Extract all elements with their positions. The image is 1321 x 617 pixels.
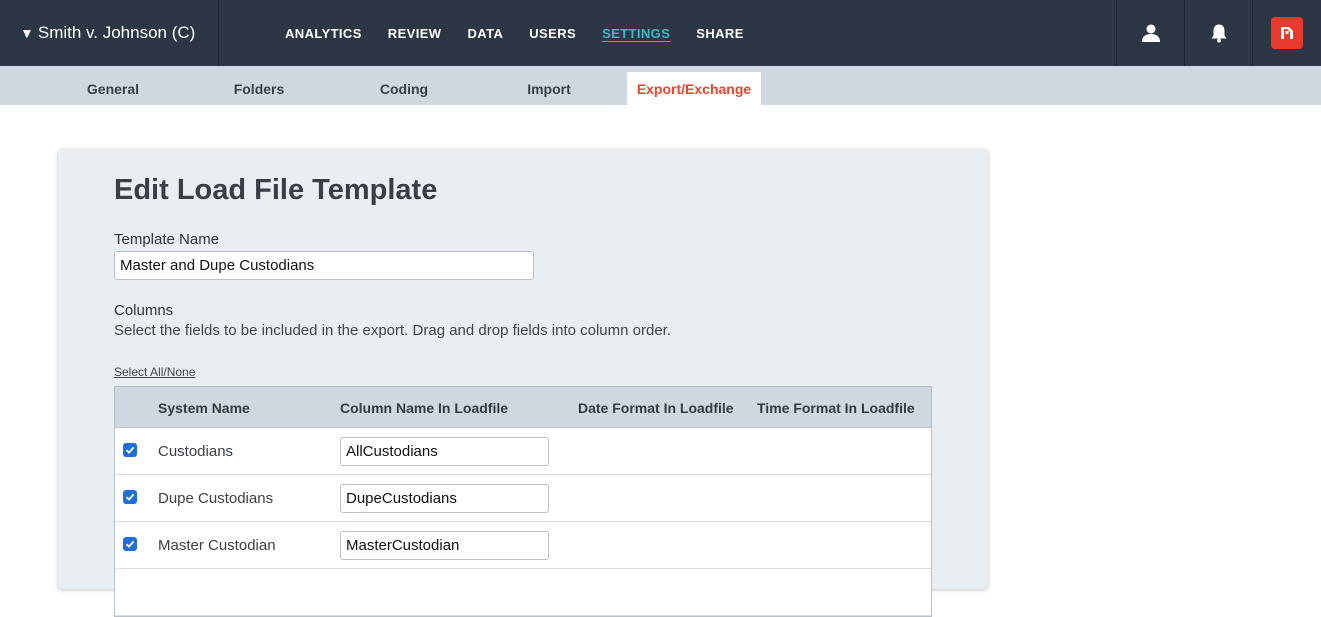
table-row[interactable] [115,569,931,616]
table-header: System Name Column Name In Loadfile Date… [115,387,931,428]
nav-settings[interactable]: SETTINGS [602,26,670,41]
page-title: Edit Load File Template [114,174,438,206]
table-row[interactable]: Dupe Custodians [115,475,931,522]
header-time-format: Time Format In Loadfile [757,399,915,416]
checkmark-icon [125,540,135,548]
template-name-input[interactable] [114,251,534,280]
select-all-none-link[interactable]: Select All/None [114,365,195,379]
template-name-label: Template Name [114,231,220,248]
nav-users[interactable]: USERS [529,26,576,41]
row-checkbox[interactable] [123,443,137,457]
notifications-button[interactable] [1184,0,1252,66]
checkmark-icon [125,493,135,501]
column-name-input[interactable] [340,531,549,560]
tab-folders[interactable]: Folders [205,72,313,105]
header-column-name: Column Name In Loadfile [340,399,509,416]
columns-description: Select the fields to be included in the … [114,322,671,339]
header-date-format: Date Format In Loadfile [578,399,734,416]
table-row[interactable]: Custodians [115,428,931,475]
user-button[interactable] [1116,0,1184,66]
system-name: Custodians [158,443,234,460]
column-name-input[interactable] [340,437,549,466]
app-logo-icon [1271,17,1303,49]
column-name-input[interactable] [340,484,549,513]
header-system-name: System Name [158,399,250,416]
tab-coding[interactable]: Coding [350,72,458,105]
system-name: Master Custodian [158,537,276,554]
nav-data[interactable]: DATA [467,26,503,41]
tab-import[interactable]: Import [495,72,603,105]
nav-review[interactable]: REVIEW [388,26,442,41]
case-selector[interactable]: ▼ Smith v. Johnson (C) [0,0,219,66]
user-icon [1141,24,1160,42]
caret-down-icon: ▼ [20,25,34,41]
checkmark-icon [125,446,135,454]
columns-label: Columns [114,302,174,319]
system-name: Dupe Custodians [158,490,274,507]
main-nav: ANALYTICS REVIEW DATA USERS SETTINGS SHA… [285,0,770,66]
columns-table: System Name Column Name In Loadfile Date… [114,386,932,617]
tab-general[interactable]: General [59,72,167,105]
app-menu-button[interactable] [1252,0,1321,66]
table-row[interactable]: Master Custodian [115,522,931,569]
settings-subtabs: General Folders Coding Import Export/Exc… [0,66,1321,105]
top-bar: ▼ Smith v. Johnson (C) ANALYTICS REVIEW … [0,0,1321,66]
nav-analytics[interactable]: ANALYTICS [285,26,362,41]
row-checkbox[interactable] [123,537,137,551]
case-name: Smith v. Johnson (C) [37,23,196,42]
row-checkbox[interactable] [123,490,137,504]
tab-export-exchange[interactable]: Export/Exchange [627,72,761,105]
bell-icon [1211,24,1226,43]
edit-template-card: Edit Load File Template Template Name Co… [58,149,988,617]
nav-share[interactable]: SHARE [696,26,744,41]
